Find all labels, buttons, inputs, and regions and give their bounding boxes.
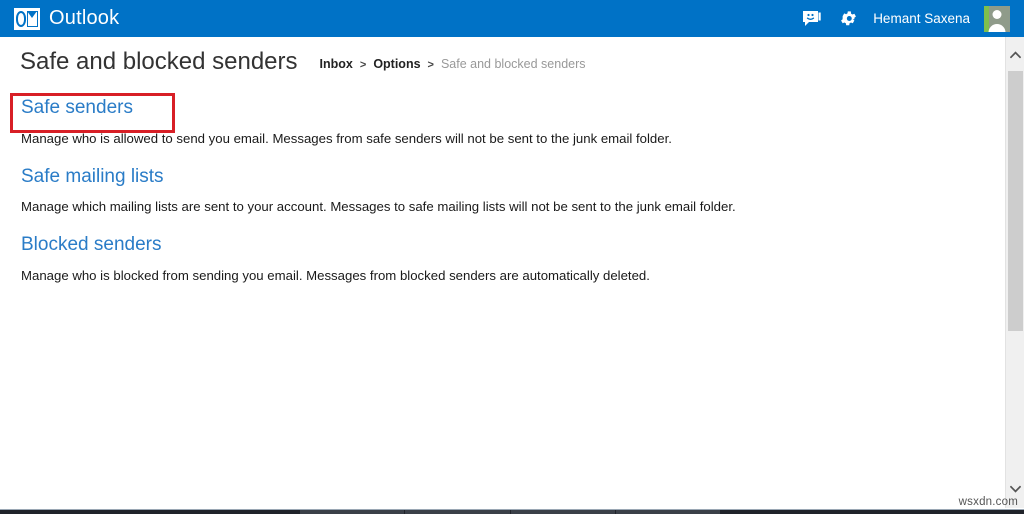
brand-area[interactable]: Outlook [14,6,120,30]
outlook-options-page: Outlook Hemant Saxena Safe and blocked s… [0,0,1024,514]
options-section-list: Safe senders Manage who is allowed to se… [0,77,1005,285]
blocked-senders-link[interactable]: Blocked senders [21,234,161,257]
cropped-taskbar-edge [0,509,1024,514]
breadcrumb-separator: > [427,59,434,71]
user-name-label[interactable]: Hemant Saxena [873,11,970,26]
chevron-up-icon[interactable] [1006,45,1024,64]
section-safe-senders: Safe senders Manage who is allowed to se… [21,97,1005,148]
outlook-logo-icon [14,7,40,30]
blocked-senders-description: Manage who is blocked from sending you e… [21,268,650,284]
chat-bubble-icon[interactable] [801,8,823,30]
safe-mailing-lists-description: Manage which mailing lists are sent to y… [21,199,736,215]
breadcrumb-item-current: Safe and blocked senders [440,57,586,71]
suite-bar-actions: Hemant Saxena [801,5,1016,32]
page-title: Safe and blocked senders [20,48,298,75]
scrollbar-thumb[interactable] [1008,71,1023,331]
breadcrumb-item-inbox[interactable]: Inbox [320,57,353,71]
safe-senders-description: Manage who is allowed to send you email.… [21,130,672,146]
safe-mailing-lists-link[interactable]: Safe mailing lists [21,166,164,189]
cropped-taskbar-items [300,510,720,514]
safe-senders-link[interactable]: Safe senders [21,97,133,120]
gear-icon[interactable] [837,8,859,30]
avatar[interactable] [984,5,1010,32]
breadcrumb-item-options[interactable]: Options [373,57,420,71]
page-body: Safe and blocked senders Inbox > Options… [0,37,1005,508]
section-blocked-senders: Blocked senders Manage who is blocked fr… [21,234,1005,285]
brand-name: Outlook [49,6,120,29]
breadcrumb-separator: > [359,59,367,71]
breadcrumb: Inbox > Options > Safe and blocked sende… [320,57,586,71]
watermark: wsxdn.com [958,496,1018,508]
vertical-scrollbar[interactable] [1005,37,1024,508]
section-safe-mailing-lists: Safe mailing lists Manage which mailing … [21,166,1005,217]
title-row: Safe and blocked senders Inbox > Options… [0,37,1005,77]
suite-bar: Outlook Hemant Saxena [0,0,1024,37]
